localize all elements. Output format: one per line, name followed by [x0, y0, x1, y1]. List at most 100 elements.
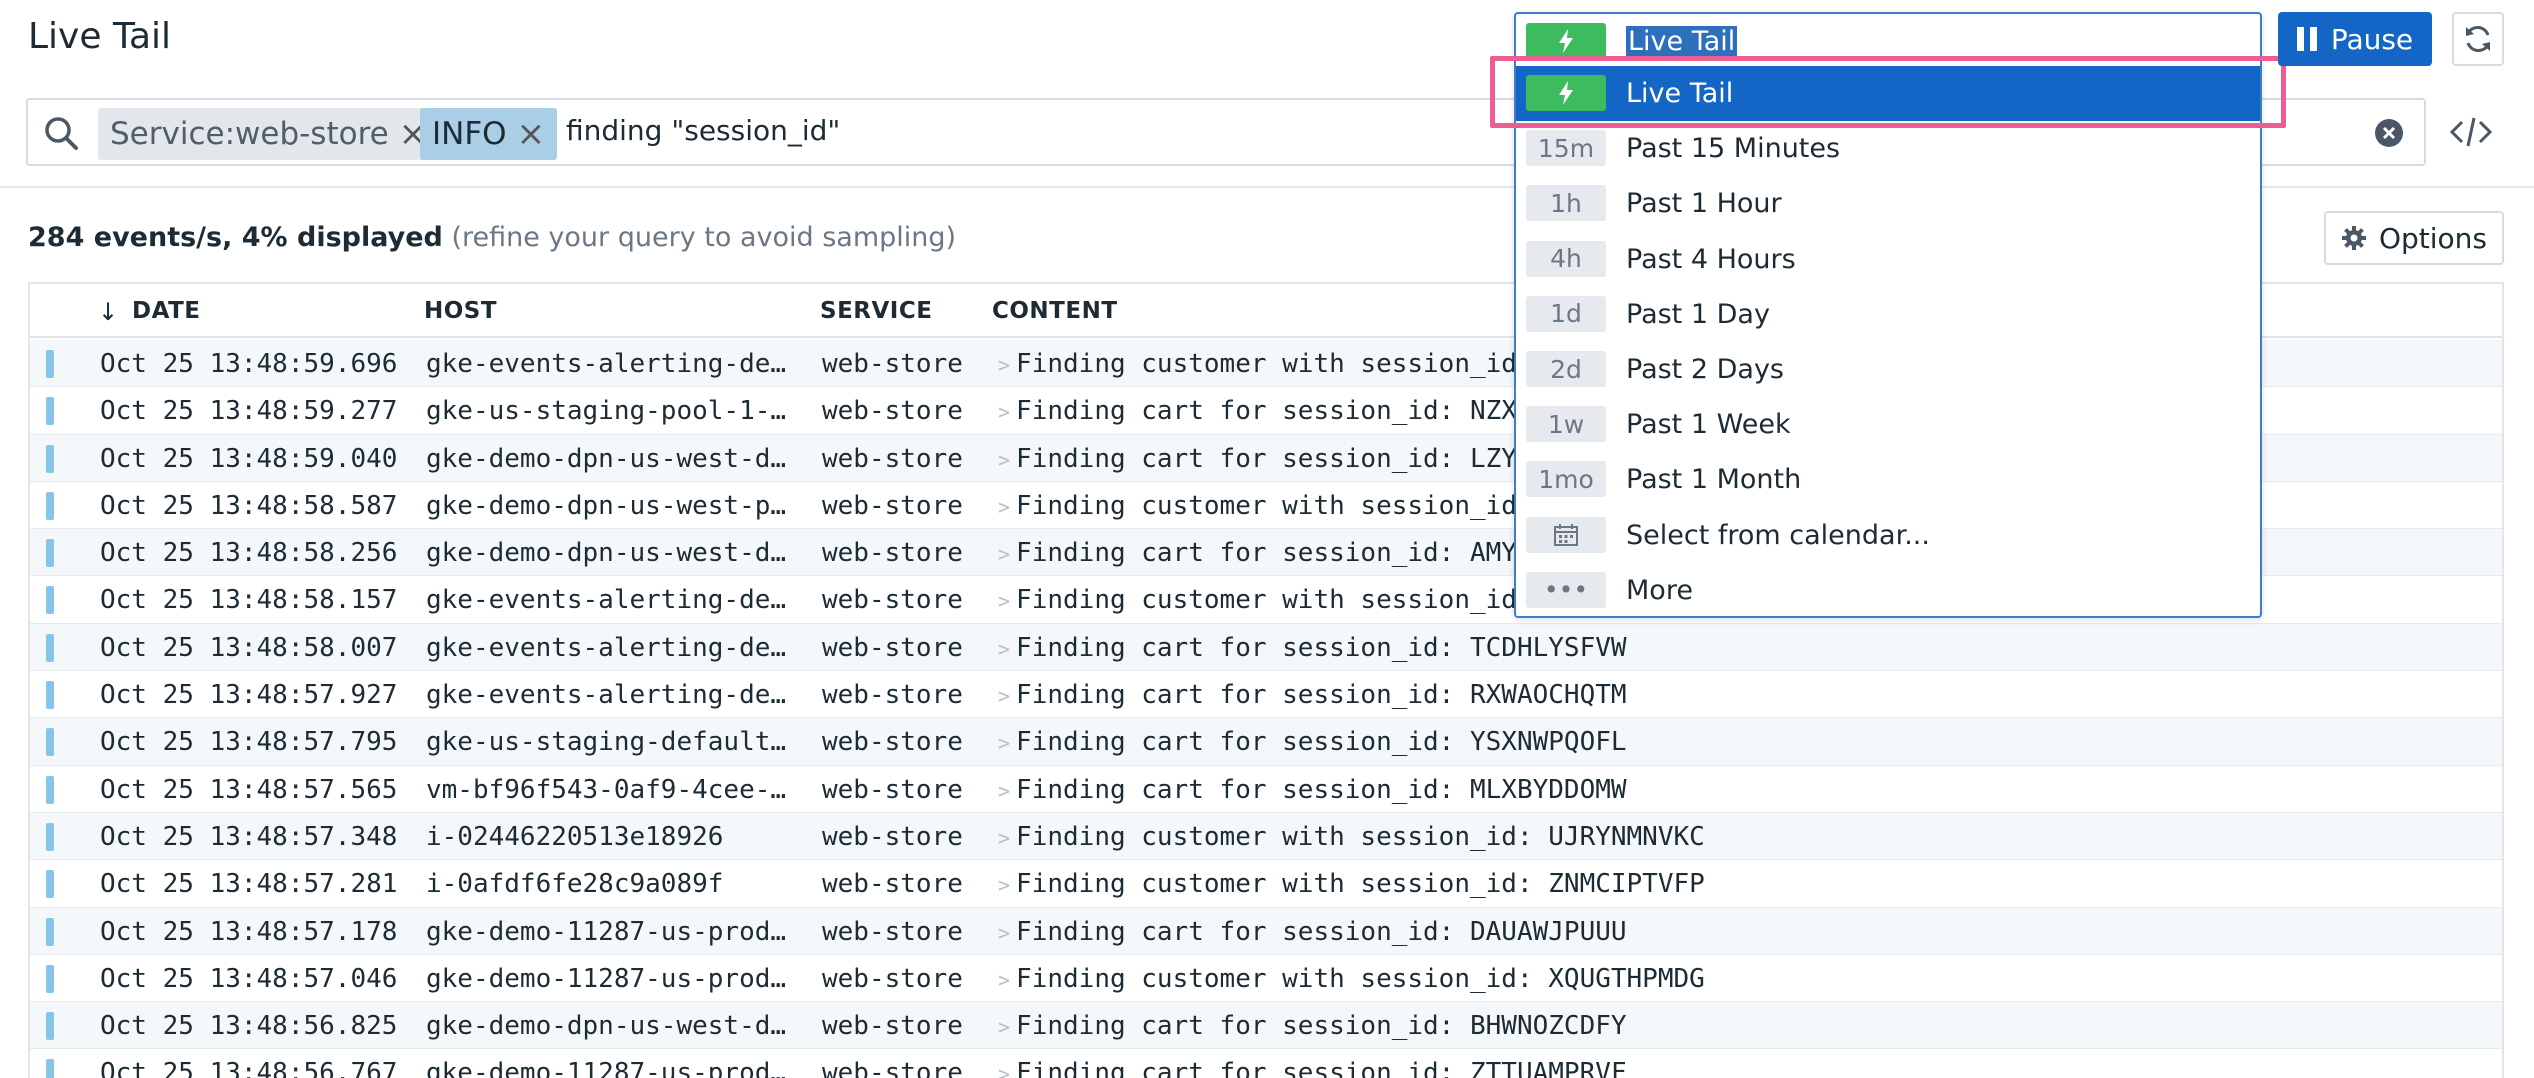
- table-row[interactable]: Oct 25 13:48:57.565 vm-bf96f543-0af9-4cee…: [30, 766, 2502, 813]
- cell-service: web-store: [822, 632, 963, 663]
- time-option-label: Past 1 Day: [1626, 298, 1770, 330]
- time-badge: 1d: [1526, 295, 1606, 332]
- expand-chevron-icon[interactable]: >: [998, 731, 1010, 755]
- table-row[interactable]: Oct 25 13:48:57.046 gke-demo-11287-us-pro…: [30, 955, 2502, 1003]
- table-row[interactable]: Oct 25 13:48:57.795 gke-us-staging-defaul…: [30, 718, 2502, 766]
- expand-chevron-icon[interactable]: >: [998, 779, 1010, 803]
- search-icon: [45, 117, 78, 150]
- cell-content-text: Finding customer with session_id: UJRYNM…: [1016, 821, 1705, 852]
- cell-host: gke-us-staging-pool-1-…: [426, 396, 787, 427]
- cell-service: web-store: [822, 349, 963, 379]
- cell-date: Oct 25 13:48:57.046: [100, 963, 398, 994]
- cell-service: web-store: [822, 1058, 963, 1078]
- time-option-past-1-hour[interactable]: 1h Past 1 Hour: [1516, 176, 2260, 231]
- table-row[interactable]: Oct 25 13:48:56.825 gke-demo-dpn-us-west-…: [30, 1002, 2502, 1050]
- time-option-past-15-minutes[interactable]: 15m Past 15 Minutes: [1516, 121, 2260, 176]
- table-row[interactable]: Oct 25 13:48:57.281 i-0afdf6fe28c9a089f we…: [30, 860, 2502, 908]
- cell-date: Oct 25 13:48:58.256: [100, 538, 398, 569]
- cell-content: > Finding customer with session_id: [998, 585, 1517, 615]
- cell-service: web-store: [822, 916, 963, 947]
- expand-chevron-icon[interactable]: >: [998, 448, 1010, 472]
- cell-content-text: Finding customer with session_id: XQUGTH…: [1016, 963, 1705, 994]
- cell-content: > Finding customer with session_id: ZNMCI…: [998, 869, 1705, 899]
- time-option-label: Past 1 Month: [1626, 464, 1802, 496]
- expand-chevron-icon[interactable]: >: [998, 1062, 1010, 1078]
- cell-content: > Finding cart for session_id: YSXNWPQOFL: [998, 727, 1627, 757]
- time-option-past-1-day[interactable]: 1d Past 1 Day: [1516, 287, 2260, 342]
- expand-chevron-icon[interactable]: >: [998, 589, 1010, 613]
- cell-service: web-store: [822, 963, 963, 994]
- expand-chevron-icon[interactable]: >: [998, 684, 1010, 708]
- time-option-past-1-month[interactable]: 1mo Past 1 Month: [1516, 452, 2260, 507]
- time-option-label: Select from calendar...: [1626, 519, 1930, 551]
- expand-chevron-icon[interactable]: >: [998, 873, 1010, 897]
- status-indicator: [46, 539, 54, 568]
- status-indicator: [46, 444, 54, 473]
- time-option-past-4-hours[interactable]: 4h Past 4 Hours: [1516, 232, 2260, 287]
- status-indicator: [46, 775, 54, 804]
- time-option-label: Past 4 Hours: [1626, 243, 1796, 275]
- time-option-past-1-week[interactable]: 1w Past 1 Week: [1516, 397, 2260, 452]
- cell-date: Oct 25 13:48:57.281: [100, 869, 398, 900]
- remove-filter-icon[interactable]: ×: [517, 114, 546, 154]
- time-option-more[interactable]: ••• More: [1516, 563, 2260, 618]
- time-option-past-2-days[interactable]: 2d Past 2 Days: [1516, 342, 2260, 397]
- status-indicator: [46, 586, 54, 615]
- expand-chevron-icon[interactable]: >: [998, 1015, 1010, 1039]
- column-header-host[interactable]: HOST: [424, 298, 497, 324]
- sort-desc-icon[interactable]: ↓: [98, 298, 118, 326]
- table-row[interactable]: Oct 25 13:48:58.007 gke-events-alerting-d…: [30, 623, 2502, 672]
- pause-button[interactable]: Pause: [2278, 12, 2432, 66]
- column-header-content[interactable]: CONTENT: [992, 298, 1118, 324]
- page-title: Live Tail: [28, 16, 172, 57]
- cell-service: web-store: [822, 396, 963, 427]
- cell-service: web-store: [822, 869, 963, 900]
- table-row[interactable]: Oct 25 13:48:57.927 gke-events-alerting-d…: [30, 671, 2502, 719]
- cell-content: > Finding cart for session_id: RXWAOCHQTM: [998, 680, 1627, 710]
- table-row[interactable]: Oct 25 13:48:56.767 gke-demo-11287-us-pro…: [30, 1049, 2502, 1078]
- cell-date: Oct 25 13:48:56.767: [100, 1058, 398, 1078]
- expand-chevron-icon[interactable]: >: [998, 495, 1010, 519]
- cell-content-text: Finding cart for session_id: LZY: [1016, 443, 1517, 474]
- expand-chevron-icon[interactable]: >: [998, 400, 1010, 424]
- column-header-service[interactable]: SERVICE: [820, 298, 932, 324]
- status-indicator: [46, 1012, 54, 1041]
- table-row[interactable]: Oct 25 13:48:57.178 gke-demo-11287-us-pro…: [30, 907, 2502, 955]
- expand-chevron-icon[interactable]: >: [998, 353, 1010, 377]
- status-indicator: [46, 633, 54, 662]
- time-option-label: Past 1 Hour: [1626, 188, 1782, 220]
- status-indicator: [46, 397, 54, 426]
- search-input[interactable]: finding "session_id": [566, 114, 840, 147]
- time-option-label: More: [1626, 574, 1693, 606]
- filter-chip-status[interactable]: INFO ×: [420, 108, 558, 160]
- status-indicator: [46, 728, 54, 757]
- expand-chevron-icon[interactable]: >: [998, 542, 1010, 566]
- expand-chevron-icon[interactable]: >: [998, 637, 1010, 661]
- time-range-input[interactable]: Live Tail: [1516, 14, 2260, 67]
- time-option-live-tail[interactable]: Live Tail: [1516, 66, 2260, 121]
- cell-host: gke-events-alerting-de…: [426, 632, 787, 663]
- code-view-icon[interactable]: [2448, 110, 2494, 154]
- column-header-date[interactable]: DATE: [132, 298, 201, 324]
- table-row[interactable]: Oct 25 13:48:57.348 i-02446220513e18926 we…: [30, 812, 2502, 861]
- time-badge: 1w: [1526, 406, 1606, 443]
- cell-service: web-store: [822, 443, 963, 474]
- clear-search-icon[interactable]: [2374, 118, 2404, 148]
- refresh-button[interactable]: [2452, 12, 2504, 66]
- filter-chip-service[interactable]: Service:web-store ×: [98, 108, 440, 160]
- cell-host: gke-demo-dpn-us-west-d…: [426, 443, 787, 474]
- time-badge: 15m: [1526, 130, 1606, 167]
- status-indicator: [46, 917, 54, 946]
- cell-host: vm-bf96f543-0af9-4cee-…: [426, 774, 787, 805]
- cell-service: web-store: [822, 490, 963, 521]
- expand-chevron-icon[interactable]: >: [998, 968, 1010, 992]
- time-range-dropdown[interactable]: Live Tail Live Tail 15m Past 15 Minutes 1h P…: [1514, 12, 2262, 618]
- time-option-select-from-calendar[interactable]: Select from calendar...: [1516, 508, 2260, 563]
- expand-chevron-icon[interactable]: >: [998, 921, 1010, 945]
- expand-chevron-icon[interactable]: >: [998, 826, 1010, 850]
- cell-date: Oct 25 13:48:59.040: [100, 443, 398, 474]
- options-button[interactable]: Options: [2324, 211, 2504, 265]
- cell-service: web-store: [822, 538, 963, 569]
- cell-date: Oct 25 13:48:57.565: [100, 774, 398, 805]
- pause-label: Pause: [2330, 22, 2414, 56]
